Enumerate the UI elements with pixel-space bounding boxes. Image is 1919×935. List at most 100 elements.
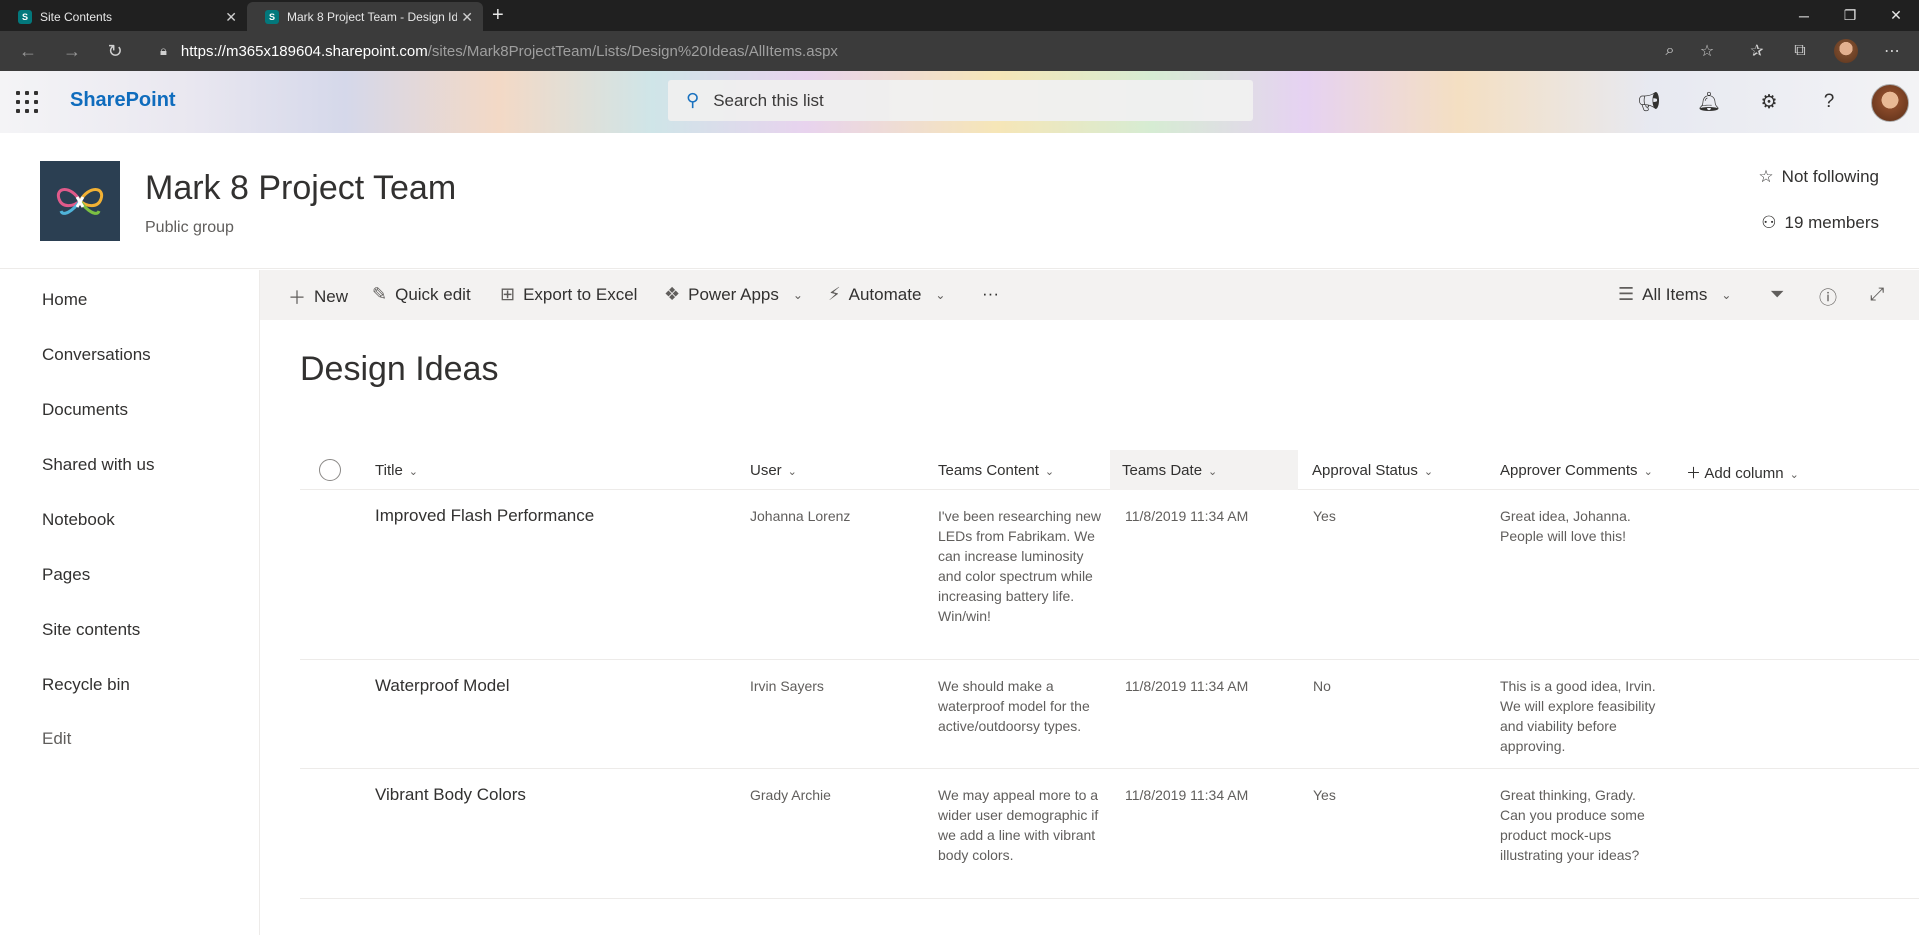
plus-icon: ＋ <box>288 288 306 308</box>
table-row[interactable]: Vibrant Body Colors Grady Archie We may … <box>300 769 1919 899</box>
column-header-approval-status[interactable]: Approval Status ⌄ <box>1312 462 1433 479</box>
nav-item-pages[interactable]: Pages <box>42 565 90 585</box>
url-field[interactable]: 🔒︎ https://m365x189604.sharepoint.com/si… <box>146 36 1736 66</box>
nav-item-site-contents[interactable]: Site contents <box>42 620 140 640</box>
nav-item-shared-with-us[interactable]: Shared with us <box>42 455 154 475</box>
nav-item-documents[interactable]: Documents <box>42 400 128 420</box>
help-icon[interactable]: ? <box>1816 89 1842 115</box>
minimize-icon[interactable]: ─ <box>1781 0 1827 31</box>
nav-edit-link[interactable]: Edit <box>42 729 71 749</box>
zoom-icon[interactable]: ⌕ <box>1658 39 1682 63</box>
column-header-user[interactable]: User ⌄ <box>750 462 797 479</box>
expand-icon[interactable]: ⤢ <box>1870 284 1884 305</box>
more-options-icon[interactable]: ⋯ <box>1880 39 1904 63</box>
chevron-down-icon: ⌄ <box>1789 469 1799 481</box>
favorite-star-icon[interactable]: ☆ <box>1695 39 1719 63</box>
members-button[interactable]: ⚇ 19 members <box>1761 213 1879 233</box>
excel-icon: ⊞ <box>500 284 516 304</box>
list-title: Design Ideas <box>300 350 499 388</box>
site-header: Mark 8 Project Team Public group ☆ Not f… <box>0 133 1919 269</box>
table-row[interactable]: Waterproof Model Irvin Sayers We should … <box>300 660 1919 769</box>
column-label: Teams Date <box>1122 462 1203 479</box>
quick-edit-button[interactable]: ✎ Quick edit <box>372 284 471 305</box>
collections-icon[interactable]: ⧉ <box>1788 39 1812 63</box>
cell-teams-content: I've been researching new LEDs from Fabr… <box>938 508 1101 624</box>
site-subtitle: Public group <box>145 219 234 236</box>
lock-icon: 🔒︎ <box>160 43 167 58</box>
chevron-down-icon: ⌄ <box>1423 466 1434 478</box>
user-avatar[interactable] <box>1871 84 1909 122</box>
browser-addressbar: ← → ↻ 🔒︎ https://m365x189604.sharepoint.… <box>0 31 1919 71</box>
megaphone-icon[interactable]: 📢︎ <box>1636 89 1662 115</box>
plus-icon: ＋ <box>1686 465 1705 482</box>
new-tab-icon[interactable]: + <box>492 4 504 27</box>
column-header-teams-date[interactable]: Teams Date ⌄ <box>1110 450 1298 490</box>
nav-item-conversations[interactable]: Conversations <box>42 345 151 365</box>
command-bar: ＋ New ✎ Quick edit ⊞ Export to Excel ❖ P… <box>260 270 1919 320</box>
column-header-title[interactable]: Title ⌄ <box>375 462 418 479</box>
site-logo[interactable] <box>40 161 120 241</box>
close-window-icon[interactable]: ✕ <box>1873 0 1919 31</box>
automate-button[interactable]: ⚡︎ Automate ⌄ <box>828 284 945 305</box>
list-view-icon: ☰ <box>1618 284 1635 304</box>
column-header-approver-comments[interactable]: Approver Comments ⌄ <box>1500 462 1653 479</box>
view-selector-button[interactable]: ☰ All Items ⌄ <box>1618 284 1731 305</box>
sharepoint-brand-link[interactable]: SharePoint <box>70 89 176 112</box>
nav-item-recycle-bin[interactable]: Recycle bin <box>42 675 130 695</box>
flow-icon: ⚡︎ <box>828 284 841 304</box>
browser-tab-site-contents[interactable]: S Site Contents ✕ <box>0 2 247 31</box>
nav-item-notebook[interactable]: Notebook <box>42 510 115 530</box>
refresh-icon[interactable]: ↻ <box>103 39 127 63</box>
cell-teams-content: We may appeal more to a wider user demog… <box>938 787 1099 863</box>
restore-icon[interactable]: ❐ <box>1827 0 1873 31</box>
browser-tab-design-ideas[interactable]: S Mark 8 Project Team - Design Ide ✕ <box>247 2 483 31</box>
pencil-icon: ✎ <box>372 284 388 304</box>
nav-item-home[interactable]: Home <box>42 290 87 310</box>
select-all-checkbox[interactable] <box>319 459 341 481</box>
app-launcher-icon[interactable] <box>16 91 38 113</box>
butterfly-logo-icon <box>56 188 104 215</box>
favorites-list-icon[interactable]: ✰ <box>1745 39 1769 63</box>
browser-profile-avatar[interactable] <box>1834 39 1858 63</box>
table-row[interactable]: Improved Flash Performance Johanna Loren… <box>300 490 1919 660</box>
forward-icon[interactable]: → <box>60 39 84 63</box>
info-icon[interactable]: ⓘ <box>1819 284 1837 310</box>
cell-user: Johanna Lorenz <box>750 508 851 524</box>
more-commands-button[interactable]: ··· <box>982 284 999 304</box>
new-button[interactable]: ＋ New <box>288 284 348 310</box>
column-label: Approver Comments <box>1500 462 1638 479</box>
view-label: All Items <box>1642 284 1708 304</box>
power-apps-label: Power Apps <box>688 284 779 304</box>
new-label: New <box>314 287 349 306</box>
bell-icon[interactable]: 🔔︎ <box>1696 89 1722 115</box>
tab-close-icon[interactable]: ✕ <box>225 9 237 26</box>
cell-teams-date: 11/8/2019 11:34 AM <box>1125 787 1249 803</box>
tab-title: Mark 8 Project Team - Design Ide <box>287 9 457 24</box>
back-icon[interactable]: ← <box>16 39 40 63</box>
gear-icon[interactable]: ⚙ <box>1756 89 1782 115</box>
follow-button[interactable]: ☆ Not following <box>1758 167 1879 187</box>
export-to-excel-button[interactable]: ⊞ Export to Excel <box>500 284 637 305</box>
cell-title[interactable]: Improved Flash Performance <box>375 506 594 526</box>
filter-icon[interactable]: ⏷ <box>1770 284 1784 305</box>
search-box[interactable]: ⚲ Search this list <box>668 80 1253 121</box>
cell-approval-status: Yes <box>1313 787 1336 803</box>
tab-close-icon[interactable]: ✕ <box>461 9 473 26</box>
column-header-teams-content[interactable]: Teams Content ⌄ <box>938 462 1054 479</box>
cell-approval-status: Yes <box>1313 508 1336 524</box>
suite-bar: SharePoint ⚲ Search this list 📢︎ 🔔︎ ⚙ ? <box>0 71 1919 133</box>
cell-teams-date: 11/8/2019 11:34 AM <box>1125 508 1249 524</box>
cell-title[interactable]: Vibrant Body Colors <box>375 785 526 805</box>
members-label: 19 members <box>1784 213 1879 232</box>
chevron-down-icon: ⌄ <box>787 466 797 478</box>
browser-tabbar: S Site Contents ✕ S Mark 8 Project Team … <box>0 0 1919 31</box>
cell-title[interactable]: Waterproof Model <box>375 676 509 696</box>
cell-user: Irvin Sayers <box>750 678 824 694</box>
cell-approver-comments: Great thinking, Grady. Can you produce s… <box>1500 787 1645 863</box>
more-label: ··· <box>982 284 999 303</box>
sharepoint-favicon-icon: S <box>18 9 32 24</box>
power-apps-button[interactable]: ❖ Power Apps ⌄ <box>664 284 803 305</box>
site-title[interactable]: Mark 8 Project Team <box>145 169 456 208</box>
add-column-button[interactable]: ＋ Add column ⌄ <box>1686 462 1799 483</box>
chevron-down-icon: ⌄ <box>1044 466 1055 478</box>
